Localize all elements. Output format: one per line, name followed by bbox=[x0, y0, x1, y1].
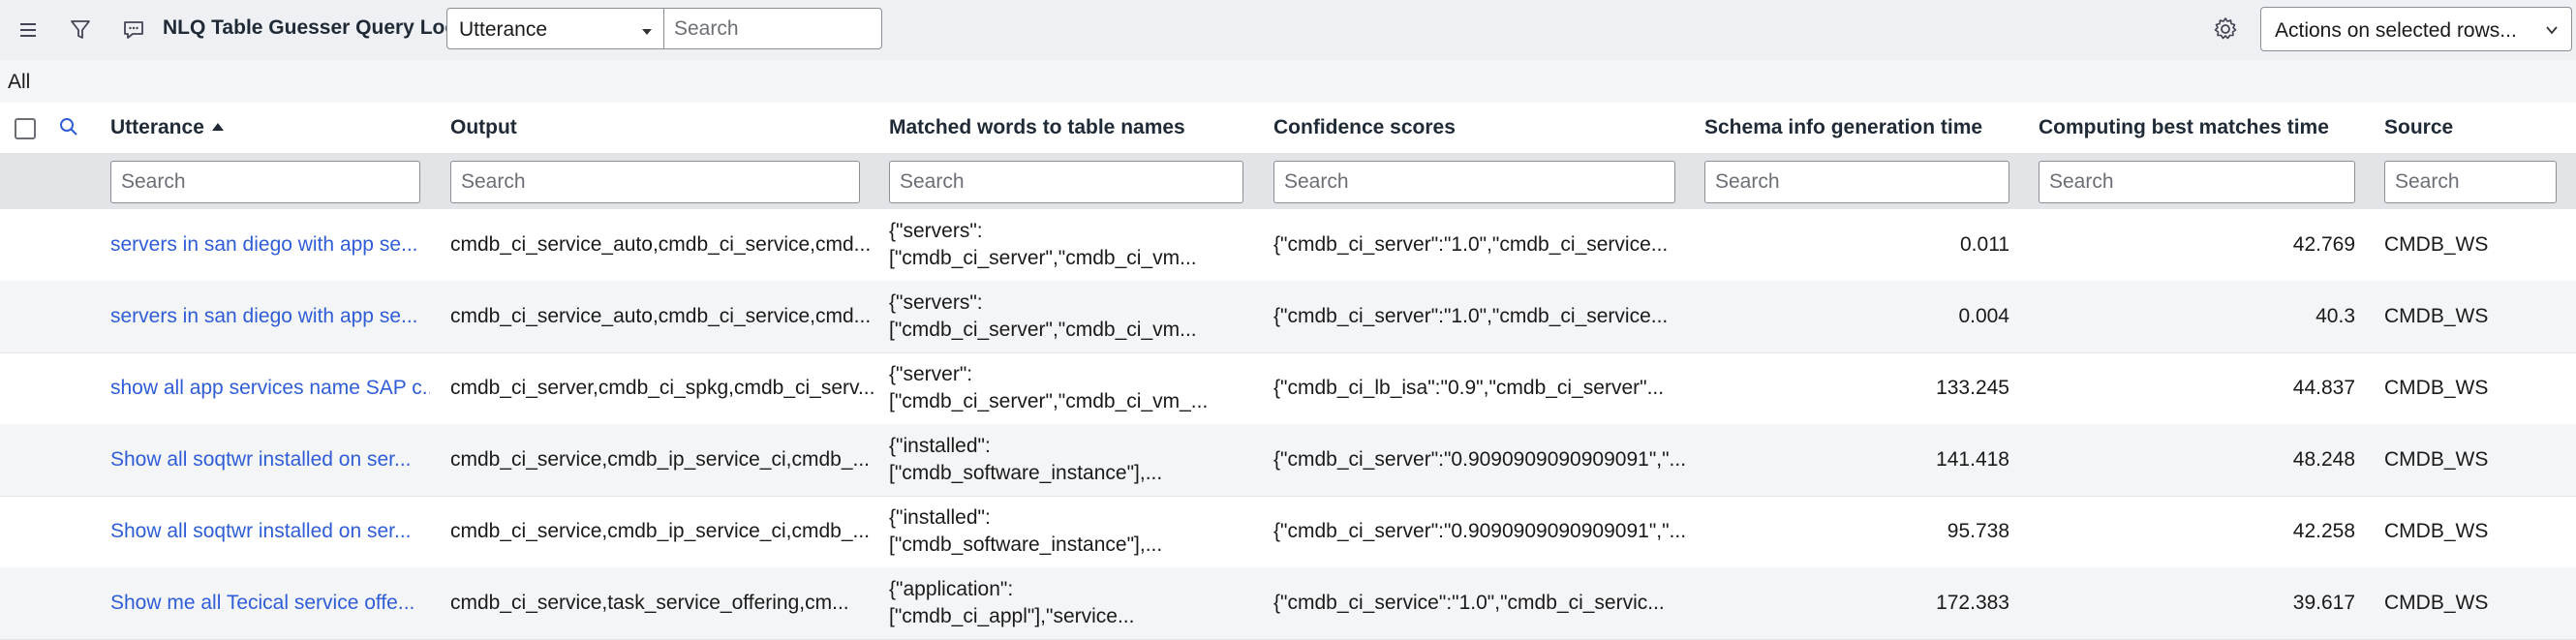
matched-words-cell: {"servers": ["cmdb_ci_server","cmdb_ci_v… bbox=[889, 281, 1257, 352]
utterance-link[interactable]: Show me all Tecical service offe... bbox=[110, 567, 430, 639]
matched-words-cell: {"installed": ["cmdb_software_instance"]… bbox=[889, 424, 1257, 496]
matches-time-cell: 42.769 bbox=[2292, 233, 2355, 256]
output-cell: cmdb_ci_service_auto,cmdb_ci_service,cmd… bbox=[450, 305, 872, 327]
table-row: show all app services name SAP c... cmdb… bbox=[0, 352, 2576, 425]
chat-icon[interactable] bbox=[119, 15, 148, 45]
confidence-cell: {"cmdb_ci_service":"1.0","cmdb_ci_servic… bbox=[1273, 592, 1665, 614]
matched-words-line: ["cmdb_ci_appl"],"service... bbox=[889, 605, 1135, 627]
output-cell: cmdb_ci_service_auto,cmdb_ci_service,cmd… bbox=[450, 233, 872, 256]
search-confidence-input[interactable] bbox=[1273, 161, 1675, 203]
utterance-link[interactable]: servers in san diego with app se... bbox=[110, 209, 430, 281]
matches-time-cell: 48.248 bbox=[2292, 448, 2355, 471]
search-utterance-input[interactable] bbox=[110, 161, 420, 203]
chevron-down-icon bbox=[2544, 20, 2560, 44]
matched-words-line: ["cmdb_software_instance"],... bbox=[889, 533, 1163, 556]
output-cell: cmdb_ci_service,cmdb_ip_service_ci,cmdb_… bbox=[450, 448, 871, 471]
source-cell: CMDB_WS bbox=[2384, 305, 2489, 327]
column-search-icon[interactable] bbox=[58, 116, 79, 142]
schema-time-cell: 0.011 bbox=[1960, 233, 2009, 256]
source-cell: CMDB_WS bbox=[2384, 448, 2489, 471]
table-row: Show all soqtwr installed on ser... cmdb… bbox=[0, 424, 2576, 497]
utterance-link[interactable]: show all app services name SAP c... bbox=[110, 352, 430, 424]
matched-words-line: {"installed": bbox=[889, 435, 991, 457]
matches-time-cell: 39.617 bbox=[2292, 592, 2355, 614]
column-header-source[interactable]: Source bbox=[2384, 116, 2453, 139]
column-header-matched-words[interactable]: Matched words to table names bbox=[889, 116, 1185, 139]
utterance-link[interactable]: Show all soqtwr installed on ser... bbox=[110, 424, 430, 496]
matched-words-line: {"application": bbox=[889, 578, 1014, 600]
list-header: NLQ Table Guesser Query Logs Utterance A… bbox=[0, 0, 2576, 61]
confidence-cell: {"cmdb_ci_server":"0.9090909090909091","… bbox=[1273, 520, 1687, 542]
matched-words-cell: {"server": ["cmdb_ci_server","cmdb_ci_vm… bbox=[889, 352, 1257, 424]
matched-words-line: ["cmdb_ci_server","cmdb_ci_vm... bbox=[889, 247, 1197, 269]
table-row: servers in san diego with app se... cmdb… bbox=[0, 281, 2576, 353]
output-cell: cmdb_ci_server,cmdb_ci_spkg,cmdb_ci_serv… bbox=[450, 377, 875, 399]
column-header-matches-time[interactable]: Computing best matches time bbox=[2039, 116, 2329, 139]
search-matched-words-input[interactable] bbox=[889, 161, 1243, 203]
matched-words-line: {"server": bbox=[889, 363, 973, 385]
matched-words-line: {"servers": bbox=[889, 291, 983, 314]
actions-label: Actions on selected rows... bbox=[2275, 19, 2517, 42]
matched-words-line: {"installed": bbox=[889, 506, 991, 529]
matches-time-cell: 40.3 bbox=[2315, 305, 2355, 327]
utterance-link[interactable]: servers in san diego with app se... bbox=[110, 281, 430, 352]
matched-words-cell: {"installed": ["cmdb_software_instance"]… bbox=[889, 496, 1257, 567]
matched-words-cell: {"servers": ["cmdb_ci_server","cmdb_ci_v… bbox=[889, 209, 1257, 281]
matched-words-line: ["cmdb_ci_server","cmdb_ci_vm... bbox=[889, 319, 1197, 341]
schema-time-cell: 172.383 bbox=[1936, 592, 2009, 614]
matches-time-cell: 42.258 bbox=[2292, 520, 2355, 542]
matched-words-line: ["cmdb_software_instance"],... bbox=[889, 462, 1163, 484]
source-cell: CMDB_WS bbox=[2384, 377, 2489, 399]
table-header: Utterance Output Matched words to table … bbox=[0, 103, 2576, 154]
breadcrumb[interactable]: All bbox=[8, 71, 30, 94]
breadcrumb-bar: All bbox=[0, 60, 2576, 104]
gear-icon[interactable] bbox=[2210, 14, 2241, 45]
utterance-link[interactable]: Show all soqtwr installed on ser... bbox=[110, 496, 430, 567]
schema-time-cell: 0.004 bbox=[1958, 305, 2009, 327]
caret-down-icon bbox=[642, 29, 652, 35]
select-all-checkbox[interactable] bbox=[15, 118, 36, 139]
column-header-output[interactable]: Output bbox=[450, 116, 517, 139]
output-cell: cmdb_ci_service,task_service_offering,cm… bbox=[450, 592, 849, 614]
column-header-schema-time[interactable]: Schema info generation time bbox=[1704, 116, 1982, 139]
matches-time-cell: 44.837 bbox=[2292, 377, 2355, 399]
actions-select[interactable]: Actions on selected rows... bbox=[2260, 7, 2572, 51]
source-cell: CMDB_WS bbox=[2384, 592, 2489, 614]
source-cell: CMDB_WS bbox=[2384, 520, 2489, 542]
column-label: Utterance bbox=[110, 116, 204, 138]
column-header-confidence-scores[interactable]: Confidence scores bbox=[1273, 116, 1456, 139]
matched-words-cell: {"application": ["cmdb_ci_appl"],"servic… bbox=[889, 567, 1257, 639]
table-row: servers in san diego with app se... cmdb… bbox=[0, 209, 2576, 282]
confidence-cell: {"cmdb_ci_lb_isa":"0.9","cmdb_ci_server"… bbox=[1273, 377, 1665, 399]
output-cell: cmdb_ci_service,cmdb_ip_service_ci,cmdb_… bbox=[450, 520, 871, 542]
search-source-input[interactable] bbox=[2384, 161, 2557, 203]
confidence-cell: {"cmdb_ci_server":"0.9090909090909091","… bbox=[1273, 448, 1687, 471]
search-field-select[interactable]: Utterance bbox=[446, 8, 664, 49]
column-search-row bbox=[0, 153, 2576, 209]
schema-time-cell: 133.245 bbox=[1936, 377, 2009, 399]
column-header-utterance[interactable]: Utterance bbox=[110, 116, 224, 139]
confidence-cell: {"cmdb_ci_server":"1.0","cmdb_ci_service… bbox=[1273, 305, 1669, 327]
search-matches-time-input[interactable] bbox=[2039, 161, 2355, 203]
filter-icon[interactable] bbox=[66, 15, 95, 45]
menu-icon[interactable] bbox=[15, 15, 44, 45]
table-row: Show all soqtwr installed on ser... cmdb… bbox=[0, 496, 2576, 568]
search-output-input[interactable] bbox=[450, 161, 860, 203]
confidence-cell: {"cmdb_ci_server":"1.0","cmdb_ci_service… bbox=[1273, 233, 1669, 256]
search-input[interactable] bbox=[664, 8, 882, 49]
schema-time-cell: 95.738 bbox=[1947, 520, 2009, 542]
schema-time-cell: 141.418 bbox=[1936, 448, 2009, 471]
page-title: NLQ Table Guesser Query Logs bbox=[163, 16, 469, 39]
source-cell: CMDB_WS bbox=[2384, 233, 2489, 256]
matched-words-line: ["cmdb_ci_server","cmdb_ci_vm_... bbox=[889, 390, 1209, 412]
matched-words-line: {"servers": bbox=[889, 220, 983, 242]
sort-ascending-icon bbox=[211, 123, 224, 131]
search-field-value: Utterance bbox=[459, 18, 548, 41]
search-schema-time-input[interactable] bbox=[1704, 161, 2009, 203]
